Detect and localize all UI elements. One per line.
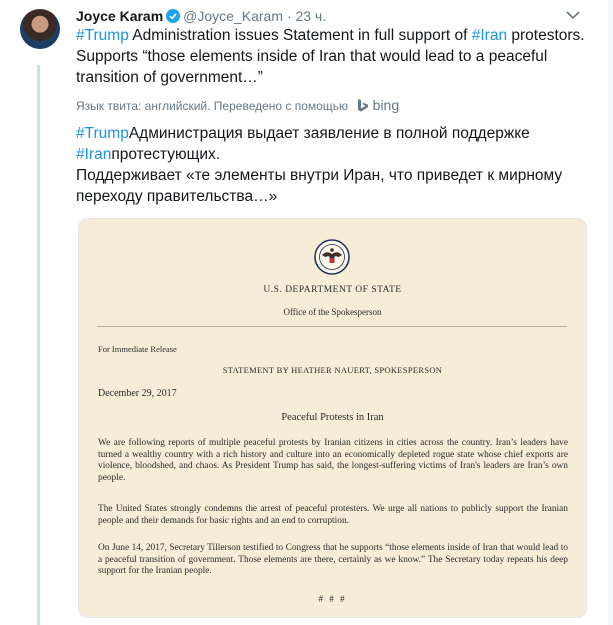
state-department-seal-icon [314, 239, 350, 275]
statement-byline: STATEMENT BY HEATHER NAUERT, SPOKESPERSO… [222, 365, 443, 375]
tweet-text-segment: Administration issues Statement in full … [128, 27, 472, 44]
tweet-text-segment: протестующих. [111, 146, 221, 163]
department-name: U.S. DEPARTMENT OF STATE [263, 285, 402, 295]
hashtag-link[interactable]: #Trump [76, 125, 129, 142]
tweet-text-segment: Поддерживает «те элементы внутри Иран, ч… [76, 167, 563, 205]
tweet-timestamp[interactable]: 23 ч. [295, 8, 326, 24]
statement-title: Peaceful Protests in Iran [281, 412, 384, 423]
chevron-down-icon[interactable] [564, 8, 582, 22]
avatar[interactable] [20, 9, 60, 49]
statement-paragraph: We are following reports of multiple pea… [98, 438, 568, 483]
header-separator: · [286, 8, 292, 24]
translation-note-text: Язык твита: английский. Переведено с пом… [76, 99, 348, 113]
thread-connector-line [37, 65, 40, 625]
hashtag-link[interactable]: #Trump [76, 27, 129, 44]
statement-date: December 29, 2017 [98, 388, 177, 399]
translation-service[interactable]: bing [373, 97, 399, 113]
statement-paragraph: The United States strongly condemns the … [98, 504, 568, 526]
user-handle[interactable]: @Joyce_Karam [183, 8, 283, 24]
scrollbar[interactable] [608, 0, 613, 625]
release-note: For Immediate Release [98, 344, 177, 354]
end-mark: # # # [318, 594, 347, 604]
hashtag-link[interactable]: #Iran [472, 27, 507, 44]
tweet-text-segment: Администрация выдает заявление в полной … [128, 125, 530, 142]
attached-image[interactable]: U.S. DEPARTMENT OF STATE Office of the S… [78, 218, 587, 618]
translation-note: Язык твита: английский. Переведено с пом… [76, 97, 399, 113]
tweet-header: Joyce Karam @Joyce_Karam · 23 ч. [76, 7, 326, 25]
tweet-text: #Trump Administration issues Statement i… [76, 25, 596, 88]
bing-logo-icon [358, 99, 369, 112]
office-name: Office of the Spokesperson [283, 307, 382, 317]
display-name[interactable]: Joyce Karam [76, 8, 163, 24]
statement-paragraph: On June 14, 2017, Secretary Tillerson te… [98, 543, 568, 576]
divider [97, 326, 567, 327]
translated-text: #TrumpАдминистрация выдает заявление в п… [76, 123, 596, 207]
press-statement-document: U.S. DEPARTMENT OF STATE Office of the S… [79, 219, 586, 617]
verified-badge-icon [166, 9, 181, 23]
hashtag-link[interactable]: #Iran [76, 146, 111, 163]
